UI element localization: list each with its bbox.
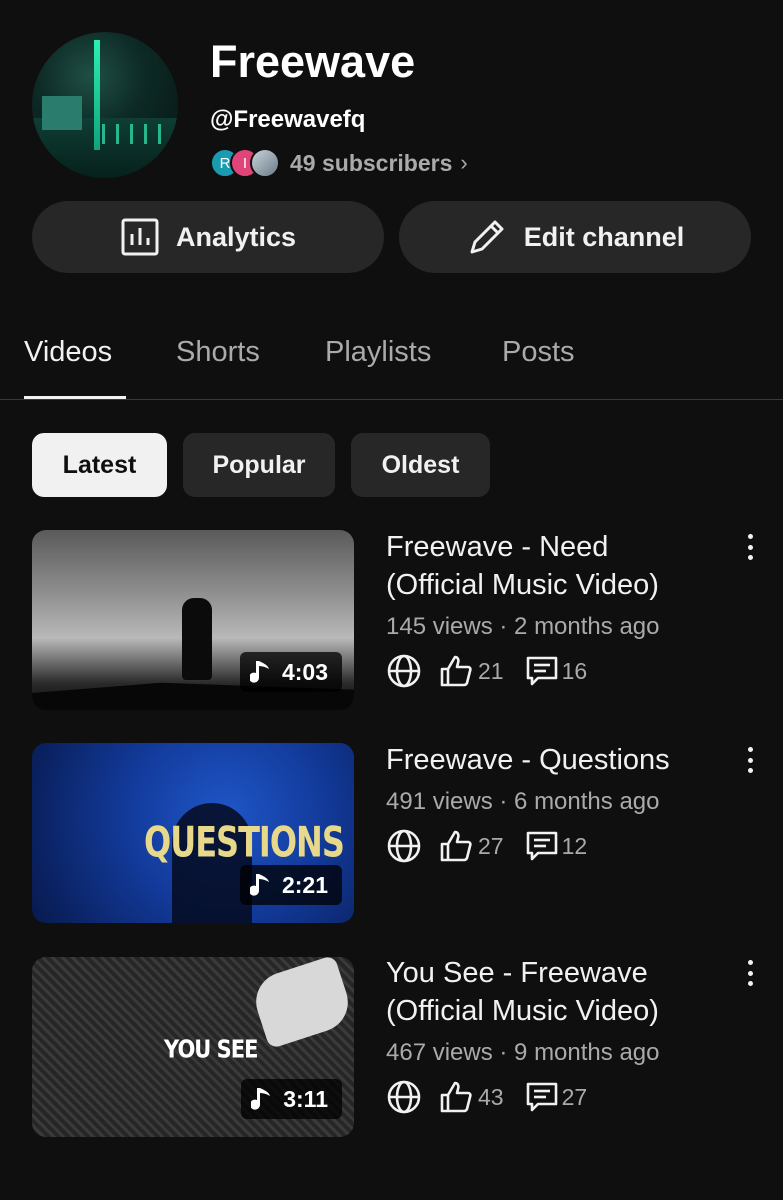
video-title-line: (Official Music Video) [386, 995, 659, 1027]
subscriber-avatar [250, 148, 280, 178]
video-stats: 43 27 [386, 1079, 587, 1115]
analytics-icon [121, 218, 159, 256]
video-meta: 145 views · 2 months ago [386, 613, 660, 640]
chevron-right-icon: › [460, 150, 468, 175]
edit-channel-label: Edit channel [523, 221, 685, 252]
video-title[interactable]: Freewave - Questions [386, 741, 726, 779]
channel-handle: @Freewavefq [210, 106, 366, 133]
video-meta: 467 views · 9 months ago [386, 1039, 660, 1066]
tab-videos[interactable]: Videos [24, 336, 112, 369]
tab-shorts[interactable]: Shorts [176, 336, 260, 369]
comment-count: 27 [561, 1083, 588, 1110]
comment-icon [524, 1079, 560, 1115]
thumbs-up-icon [438, 1079, 474, 1115]
globe-icon [386, 828, 422, 864]
tab-posts[interactable]: Posts [502, 336, 575, 369]
video-thumbnail[interactable]: 4:03 [32, 530, 354, 710]
subscribers-link[interactable]: R I 49 subscribers › [210, 146, 468, 180]
thumbs-up-icon [438, 828, 474, 864]
analytics-label: Analytics [175, 221, 297, 252]
like-count: 43 [478, 1083, 504, 1110]
subscriber-count: 49 subscribers [290, 149, 453, 176]
avatar-fence [102, 124, 172, 144]
globe-icon [386, 653, 422, 689]
globe-icon [386, 1079, 422, 1115]
channel-name: Freewave [210, 36, 416, 87]
avatar-pole [94, 40, 100, 150]
analytics-button[interactable]: Analytics [32, 201, 384, 273]
channel-tabs: Videos Shorts Playlists Posts [0, 320, 783, 400]
more-vertical-icon[interactable] [740, 530, 760, 564]
thumbnail-text: QUESTIONS [144, 817, 345, 867]
duration-badge: 4:03 [239, 652, 342, 692]
video-stats: 21 16 [386, 653, 587, 689]
pencil-icon [470, 220, 504, 254]
video-title-line: (Official Music Video) [386, 569, 659, 601]
video-thumbnail[interactable]: QUESTIONS 2:21 [32, 743, 354, 923]
video-title-line: Freewave - Questions [386, 744, 670, 776]
video-meta: 491 views · 6 months ago [386, 788, 660, 815]
like-count: 27 [478, 832, 504, 859]
thumbnail-text: YOU SEE [164, 1034, 258, 1064]
thumbs-up-icon [438, 653, 474, 689]
filter-chip-latest[interactable]: Latest [32, 433, 167, 497]
duration-text: 3:11 [283, 1085, 328, 1112]
comment-count: 16 [561, 657, 588, 684]
thumbnail-figure [182, 598, 212, 680]
comment-icon [524, 828, 560, 864]
video-title[interactable]: Freewave - Need (Official Music Video) [386, 528, 726, 604]
video-title-line: You See - Freewave [386, 957, 648, 989]
duration-badge: 2:21 [239, 865, 342, 905]
filter-chip-popular[interactable]: Popular [183, 433, 335, 497]
music-note-icon [249, 661, 269, 683]
comment-count: 12 [561, 832, 588, 859]
music-note-icon [249, 874, 269, 896]
filter-chip-oldest[interactable]: Oldest [351, 433, 490, 497]
video-stats: 27 12 [386, 828, 587, 864]
duration-badge: 3:11 [241, 1079, 342, 1119]
comment-icon [524, 653, 560, 689]
more-vertical-icon[interactable] [740, 956, 760, 990]
video-title[interactable]: You See - Freewave (Official Music Video… [386, 954, 726, 1030]
duration-text: 4:03 [281, 658, 328, 685]
video-title-line: Freewave - Need [386, 531, 609, 563]
video-thumbnail[interactable]: YOU SEE 3:11 [32, 957, 354, 1137]
avatar-house [42, 96, 82, 130]
active-tab-indicator [24, 396, 126, 399]
duration-text: 2:21 [281, 871, 328, 898]
like-count: 21 [478, 657, 504, 684]
more-vertical-icon[interactable] [740, 743, 760, 777]
thumbnail-figure [248, 957, 354, 1050]
music-note-icon [251, 1088, 271, 1110]
channel-avatar[interactable] [32, 32, 178, 178]
edit-channel-button[interactable]: Edit channel [399, 201, 751, 273]
tab-playlists[interactable]: Playlists [325, 336, 431, 369]
